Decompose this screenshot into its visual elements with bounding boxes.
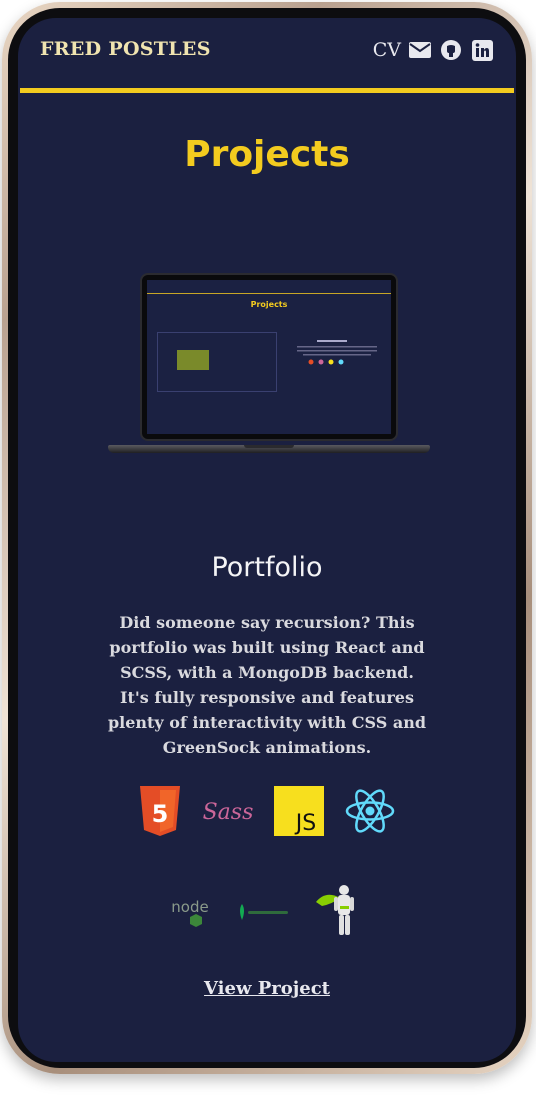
project-description: Did someone say recursion? This portfoli… [107,613,427,757]
mini-image [177,350,209,370]
github-icon[interactable] [439,38,463,62]
nodejs-icon: node [166,894,218,930]
laptop-lid: Projects [140,273,398,441]
phone-screen: FRED POSTLES CV Projects Projects Portfo… [18,18,516,1062]
nodejs-label: node [171,898,208,916]
javascript-label: JS [294,811,316,836]
view-project-link[interactable]: View Project [18,978,516,999]
tech-stack-row-2: node [18,882,516,942]
mini-card [157,332,277,392]
cv-link[interactable]: CV [373,39,401,61]
brand-logo[interactable]: FRED POSTLES [40,38,211,60]
mini-text-lines [297,340,377,365]
greensock-icon [312,882,368,942]
html5-icon: 5 [138,786,182,836]
mini-title: Projects [250,300,288,309]
html5-label: 5 [152,800,169,828]
tech-stack-row-1: 5 Sass JS [18,786,516,836]
sass-label: Sass [203,800,254,825]
sass-icon: Sass [202,789,254,833]
javascript-icon: JS [274,786,324,836]
laptop-display: Projects [147,280,391,434]
project-title: Portfolio [211,552,323,583]
site-header: FRED POSTLES CV [18,18,516,108]
header-divider [20,88,514,93]
linkedin-icon[interactable] [470,38,494,62]
laptop-notch [244,445,294,448]
section-title: Projects [184,134,350,175]
mongodb-icon [238,902,292,922]
envelope-icon[interactable] [408,38,432,62]
header-nav: CV [373,38,494,62]
mini-header [147,280,391,294]
project-screenshot[interactable]: Projects [108,273,430,473]
react-icon [344,787,396,835]
